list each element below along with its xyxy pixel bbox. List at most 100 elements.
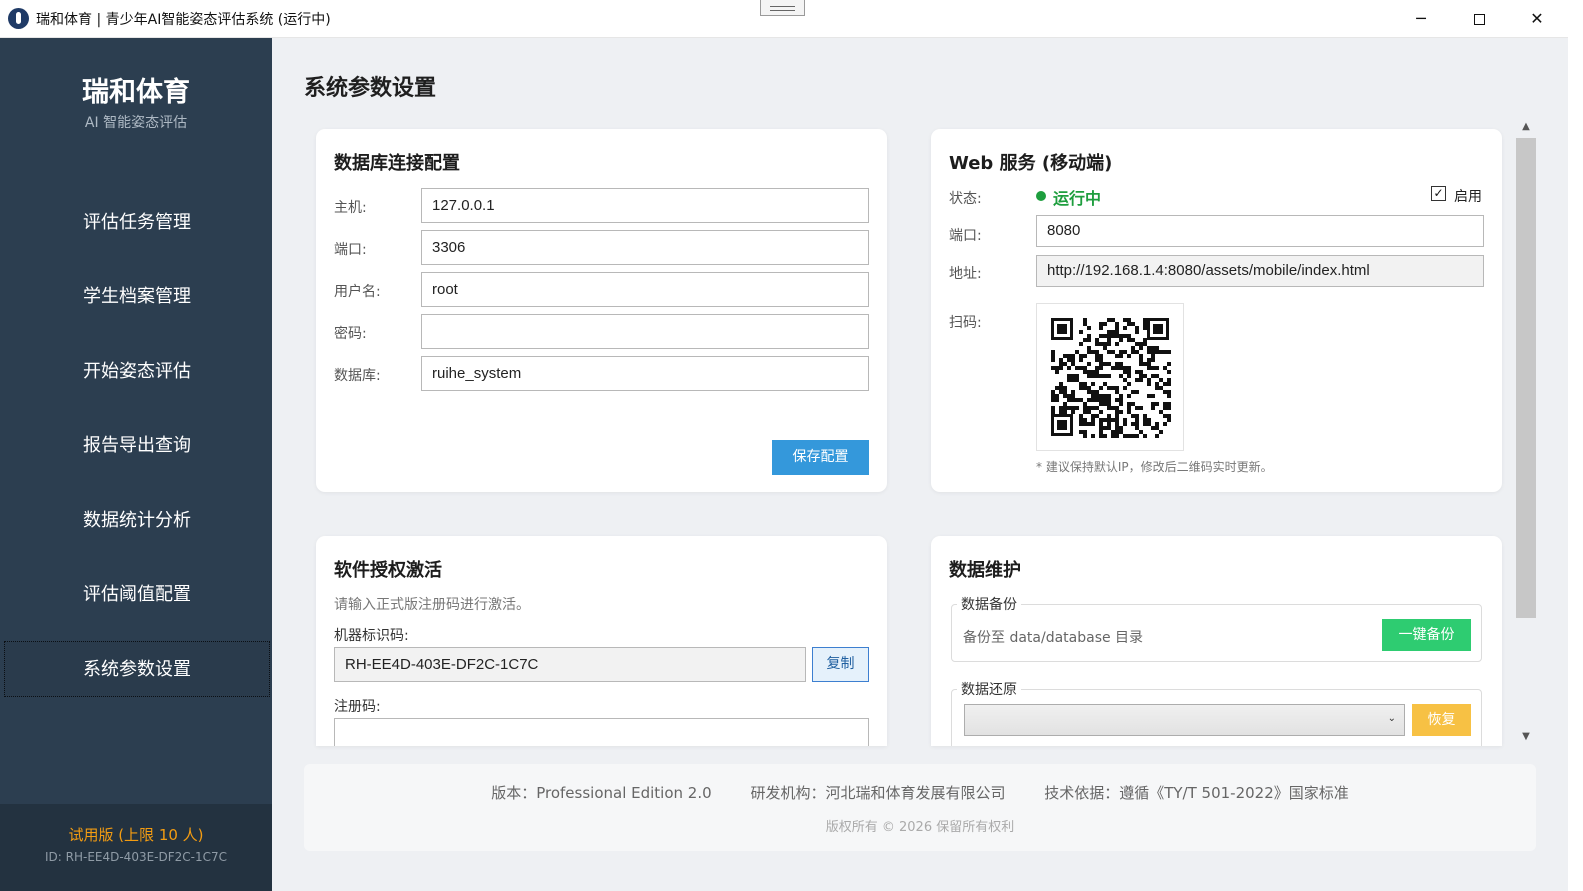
qr-module: [1127, 394, 1131, 398]
qr-module: [1103, 382, 1107, 386]
qr-module: [1099, 362, 1103, 366]
card-title: 数据库连接配置: [334, 153, 460, 174]
qr-module: [1087, 334, 1091, 338]
qr-module: [1099, 374, 1103, 378]
qr-module: [1087, 398, 1091, 402]
qr-module: [1167, 414, 1171, 418]
qr-module: [1163, 382, 1167, 386]
qr-module: [1147, 358, 1151, 362]
qr-module: [1067, 378, 1071, 382]
sidebar-item-statistics[interactable]: 数据统计分析: [4, 493, 270, 549]
qr-module: [1107, 334, 1111, 338]
enable-checkbox[interactable]: ✓: [1431, 186, 1446, 201]
restore-button[interactable]: 恢复: [1412, 704, 1471, 736]
qr-module: [1151, 394, 1155, 398]
qr-module: [1075, 366, 1079, 370]
qr-module: [1075, 406, 1079, 410]
snap-handle-icon[interactable]: [760, 0, 805, 16]
qr-module: [1123, 422, 1127, 426]
qr-module: [1059, 358, 1063, 362]
qr-module: [1079, 386, 1083, 390]
sidebar-item-threshold-config[interactable]: 评估阈值配置: [4, 567, 270, 623]
qr-module: [1107, 338, 1111, 342]
qr-module: [1155, 366, 1159, 370]
qr-module: [1115, 406, 1119, 410]
qr-module: [1115, 334, 1119, 338]
qr-module: [1055, 386, 1059, 390]
sidebar-item-student-records[interactable]: 学生档案管理: [4, 269, 270, 325]
qr-module: [1071, 374, 1075, 378]
qr-module: [1127, 434, 1131, 438]
host-input[interactable]: 127.0.0.1: [421, 188, 869, 223]
qr-module: [1063, 362, 1067, 366]
qr-module: [1083, 402, 1087, 406]
scroll-thumb[interactable]: [1516, 138, 1536, 618]
qr-module: [1143, 318, 1147, 322]
scroll-down-icon[interactable]: ▼: [1516, 728, 1536, 746]
qr-module: [1143, 338, 1147, 342]
vertical-scrollbar[interactable]: ▲ ▼: [1516, 118, 1536, 746]
qr-module: [1139, 406, 1143, 410]
qr-module: [1083, 370, 1087, 374]
qr-module: [1071, 354, 1075, 358]
qr-module: [1119, 366, 1123, 370]
port-input[interactable]: 3306: [421, 230, 869, 265]
window-edge: [1568, 0, 1583, 891]
sidebar-item-system-settings[interactable]: 系统参数设置: [4, 641, 270, 697]
username-label: 用户名:: [334, 284, 381, 300]
qr-module: [1063, 390, 1067, 394]
qr-module: [1075, 374, 1079, 378]
qr-module: [1159, 430, 1163, 434]
machine-code-field[interactable]: RH-EE4D-403E-DF2C-1C7C: [334, 647, 806, 682]
qr-module: [1119, 374, 1123, 378]
save-config-button[interactable]: 保存配置: [772, 440, 869, 475]
scroll-up-icon[interactable]: ▲: [1516, 118, 1536, 136]
sidebar-item-task-management[interactable]: 评估任务管理: [4, 195, 270, 251]
qr-module: [1087, 386, 1091, 390]
sidebar-item-start-assessment[interactable]: 开始姿态评估: [4, 344, 270, 400]
qr-module: [1147, 346, 1151, 350]
database-input[interactable]: ruihe_system: [421, 356, 869, 391]
qr-module: [1123, 318, 1127, 322]
qr-module: [1071, 398, 1075, 402]
qr-module: [1115, 410, 1119, 414]
qr-module: [1051, 358, 1055, 362]
qr-module: [1087, 390, 1091, 394]
footer-info: 版本：Professional Edition 2.0 研发机构：河北瑞和体育发…: [304, 782, 1536, 803]
qr-module: [1051, 354, 1055, 358]
qr-module: [1123, 386, 1127, 390]
close-button[interactable]: ✕: [1508, 0, 1566, 37]
backup-button[interactable]: 一键备份: [1382, 619, 1471, 651]
qr-module: [1115, 434, 1119, 438]
card-title: 软件授权激活: [334, 560, 442, 581]
qr-module: [1139, 374, 1143, 378]
qr-module: [1107, 406, 1111, 410]
web-port-input[interactable]: 8080: [1036, 215, 1484, 247]
maximize-icon: [1473, 14, 1485, 25]
qr-module: [1151, 374, 1155, 378]
qr-module: [1079, 354, 1083, 358]
username-input[interactable]: root: [421, 272, 869, 307]
enable-label[interactable]: 启用: [1454, 186, 1482, 206]
qr-module: [1115, 330, 1119, 334]
qr-module: [1099, 354, 1103, 358]
copy-button[interactable]: 复制: [812, 647, 869, 682]
qr-module: [1095, 338, 1099, 342]
qr-module: [1167, 418, 1171, 422]
qr-module: [1095, 354, 1099, 358]
qr-module: [1083, 382, 1087, 386]
maximize-button[interactable]: [1450, 0, 1508, 37]
reg-code-label: 注册码:: [334, 699, 381, 715]
qr-module: [1055, 366, 1059, 370]
address-field[interactable]: http://192.168.1.4:8080/assets/mobile/in…: [1036, 255, 1484, 287]
reg-code-input[interactable]: [334, 718, 869, 746]
qr-module: [1143, 414, 1147, 418]
qr-module: [1107, 398, 1111, 402]
restore-select[interactable]: ⌄: [964, 704, 1405, 736]
qr-module: [1067, 358, 1071, 362]
brand-title: 瑞和体育: [82, 77, 190, 108]
password-input[interactable]: [421, 314, 869, 349]
minimize-button[interactable]: ─: [1392, 0, 1450, 37]
sidebar-item-report-export[interactable]: 报告导出查询: [4, 418, 270, 474]
qr-module: [1163, 366, 1167, 370]
